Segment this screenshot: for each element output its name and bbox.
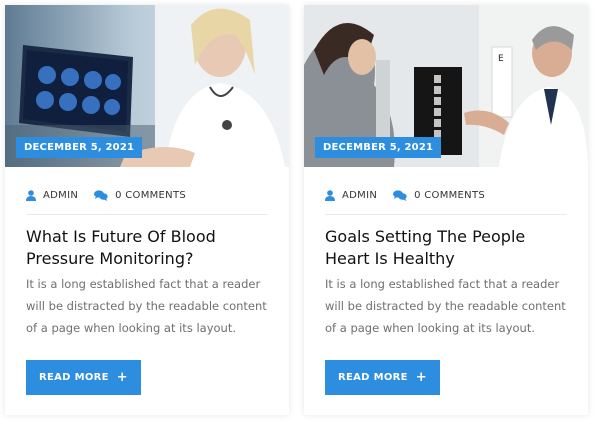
date-badge: DECEMBER 5, 2021: [315, 137, 442, 158]
svg-text:E: E: [498, 54, 504, 64]
comments-icon: [94, 189, 108, 201]
blog-card: DECEMBER 5, 2021 ADMIN 0 COMMENTS What I…: [5, 5, 289, 415]
comments-count: 0 COMMENTS: [115, 189, 187, 201]
post-excerpt: It is a long established fact that a rea…: [26, 273, 276, 339]
comments-link[interactable]: 0 COMMENTS: [393, 187, 485, 203]
comments-link[interactable]: 0 COMMENTS: [94, 187, 186, 203]
plus-icon: +: [415, 370, 427, 385]
read-more-label: READ MORE: [338, 372, 408, 383]
plus-icon: +: [116, 370, 128, 385]
excerpt-line: will be distracted by the readable conte…: [325, 299, 566, 313]
excerpt-line: It is a long established fact that a rea…: [325, 277, 560, 291]
post-meta: ADMIN 0 COMMENTS: [26, 187, 268, 215]
post-title[interactable]: Goals Setting The People Heart Is Health…: [325, 226, 575, 270]
excerpt-line: of a page when looking at its layout.: [26, 321, 236, 335]
post-title-line: Goals Setting The People: [325, 227, 526, 246]
blog-card: E DECEMBER 5, 2021 ADMIN 0 COMMENTS Goal…: [304, 5, 588, 415]
post-title[interactable]: What Is Future Of Blood Pressure Monitor…: [26, 226, 276, 270]
author-name: ADMIN: [43, 189, 79, 201]
post-title-line: Heart Is Healthy: [325, 249, 455, 268]
excerpt-line: It is a long established fact that a rea…: [26, 277, 261, 291]
author-link[interactable]: ADMIN: [325, 187, 377, 203]
comments-icon: [393, 189, 407, 201]
read-more-label: READ MORE: [39, 372, 109, 383]
read-more-button[interactable]: READ MORE +: [26, 360, 141, 395]
excerpt-line: of a page when looking at its layout.: [325, 321, 535, 335]
post-excerpt: It is a long established fact that a rea…: [325, 273, 575, 339]
author-link[interactable]: ADMIN: [26, 187, 78, 203]
date-badge: DECEMBER 5, 2021: [16, 137, 143, 158]
excerpt-line: will be distracted by the readable conte…: [26, 299, 267, 313]
post-title-line: What Is Future Of Blood: [26, 227, 216, 246]
user-icon: [325, 189, 335, 201]
user-icon: [26, 189, 36, 201]
post-title-line: Pressure Monitoring?: [26, 249, 194, 268]
read-more-button[interactable]: READ MORE +: [325, 360, 440, 395]
author-name: ADMIN: [342, 189, 378, 201]
post-meta: ADMIN 0 COMMENTS: [325, 187, 567, 215]
comments-count: 0 COMMENTS: [414, 189, 486, 201]
